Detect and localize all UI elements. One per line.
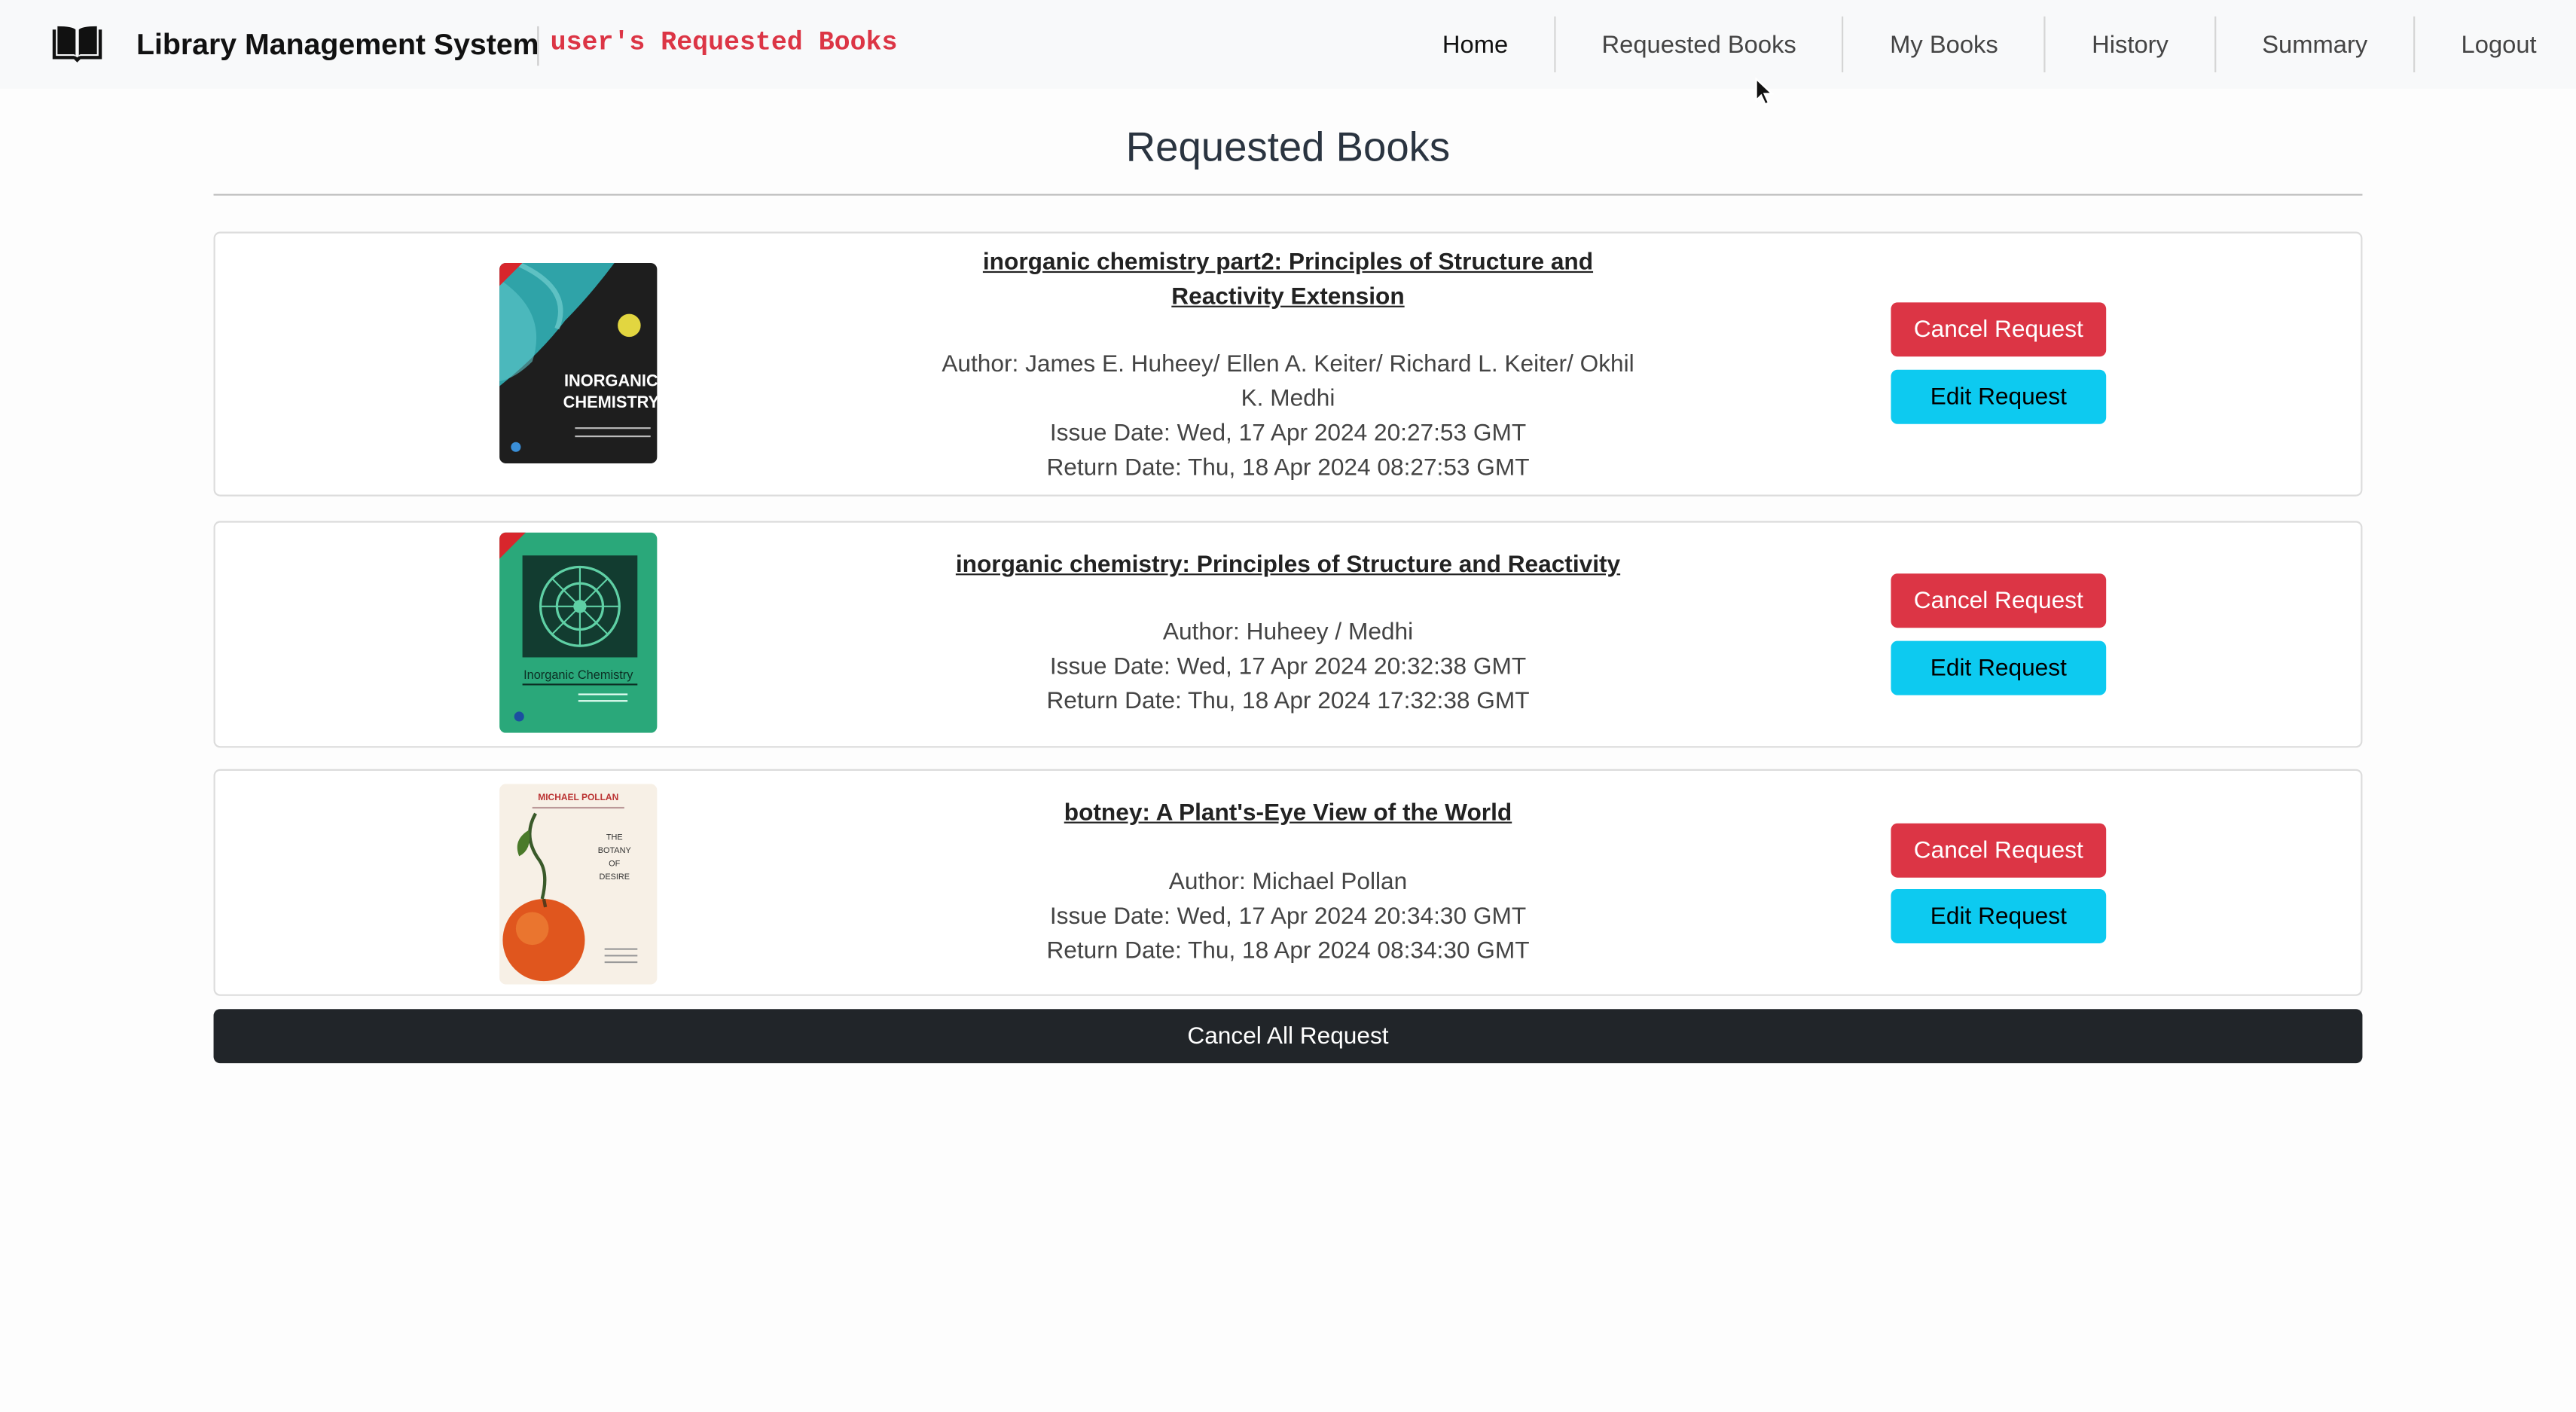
page-subtitle: user's Requested Books	[550, 28, 898, 58]
nav-summary[interactable]: Summary	[2214, 16, 2413, 72]
cover-title-text: THE	[606, 833, 623, 842]
page: Library Management System user's Request…	[0, 0, 2576, 1412]
navbar: Library Management System user's Request…	[0, 0, 2576, 89]
edit-request-button[interactable]: Edit Request	[1891, 888, 2107, 943]
book-title-link[interactable]: inorganic chemistry part2: Principles of…	[922, 246, 1655, 316]
brand-name[interactable]: Library Management System	[136, 28, 539, 63]
title-divider	[213, 194, 2363, 196]
cover-title-text: CHEMISTRY	[563, 393, 658, 411]
nav-links: Home Requested Books My Books History Su…	[1396, 16, 2576, 72]
edit-request-button[interactable]: Edit Request	[1891, 640, 2107, 695]
book-author: Author: Michael Pollan	[1168, 869, 1408, 896]
cancel-request-button[interactable]: Cancel Request	[1891, 573, 2107, 628]
book-card: Inorganic Chemistry inorganic chemistry:…	[213, 521, 2363, 748]
return-date: Return Date: Thu, 18 Apr 2024 08:34:30 G…	[1046, 938, 1530, 965]
book-title-line: inorganic chemistry part2: Principles of…	[982, 249, 1594, 277]
return-date: Return Date: Thu, 18 Apr 2024 08:27:53 G…	[1046, 455, 1530, 482]
book-cover: INORGANIC CHEMISTRY	[499, 262, 658, 464]
open-book-icon	[52, 26, 102, 63]
nav-my-books[interactable]: My Books	[1842, 16, 2044, 72]
nav-history[interactable]: History	[2043, 16, 2214, 72]
issue-date: Issue Date: Wed, 17 Apr 2024 20:27:53 GM…	[1049, 420, 1527, 448]
book-title-link[interactable]: botney: A Plant's-Eye View of the World	[922, 797, 1655, 832]
book-author: K. Medhi	[1241, 386, 1335, 413]
cover-title-text: Inorganic Chemistry	[523, 668, 633, 682]
book-title-line: Reactivity Extension	[1171, 284, 1405, 311]
brand-divider	[537, 26, 539, 66]
book-info: inorganic chemistry part2: Principles of…	[922, 246, 1655, 486]
issue-date: Issue Date: Wed, 17 Apr 2024 20:32:38 GM…	[1049, 654, 1527, 680]
nav-logout[interactable]: Logout	[2413, 16, 2576, 72]
return-date: Return Date: Thu, 18 Apr 2024 17:32:38 G…	[1046, 688, 1530, 715]
cancel-all-button[interactable]: Cancel All Request	[213, 1009, 2363, 1064]
book-author: Author: Huheey / Medhi	[1162, 619, 1414, 646]
book-cover: MICHAEL POLLAN THE BOTANY OF DESIRE	[499, 784, 658, 985]
nav-requested-books[interactable]: Requested Books	[1554, 16, 1842, 72]
cover-title-text: OF	[609, 859, 620, 868]
book-title-link[interactable]: inorganic chemistry: Principles of Struc…	[922, 549, 1655, 583]
page-title: Requested Books	[1125, 124, 1451, 171]
cover-title-text: INORGANIC	[564, 371, 657, 390]
cover-title-text: DESIRE	[599, 873, 630, 882]
book-card: MICHAEL POLLAN THE BOTANY OF DESIRE botn…	[213, 769, 2363, 996]
book-info: botney: A Plant's-Eye View of the World …	[922, 797, 1655, 970]
cancel-request-button[interactable]: Cancel Request	[1891, 823, 2107, 878]
book-info: inorganic chemistry: Principles of Struc…	[922, 549, 1655, 720]
mouse-cursor-icon	[1755, 77, 1775, 105]
cover-author-text: MICHAEL POLLAN	[538, 792, 618, 802]
nav-home[interactable]: Home	[1396, 17, 1554, 72]
edit-request-button[interactable]: Edit Request	[1891, 369, 2107, 424]
cover-title-text: BOTANY	[598, 846, 632, 855]
cancel-request-button[interactable]: Cancel Request	[1891, 302, 2107, 357]
book-author: Author: James E. Huheey/ Ellen A. Keiter…	[942, 351, 1634, 378]
book-cover: Inorganic Chemistry	[499, 532, 658, 733]
issue-date: Issue Date: Wed, 17 Apr 2024 20:34:30 GM…	[1049, 903, 1527, 931]
book-card: INORGANIC CHEMISTRY inorganic chemistry …	[213, 231, 2363, 497]
